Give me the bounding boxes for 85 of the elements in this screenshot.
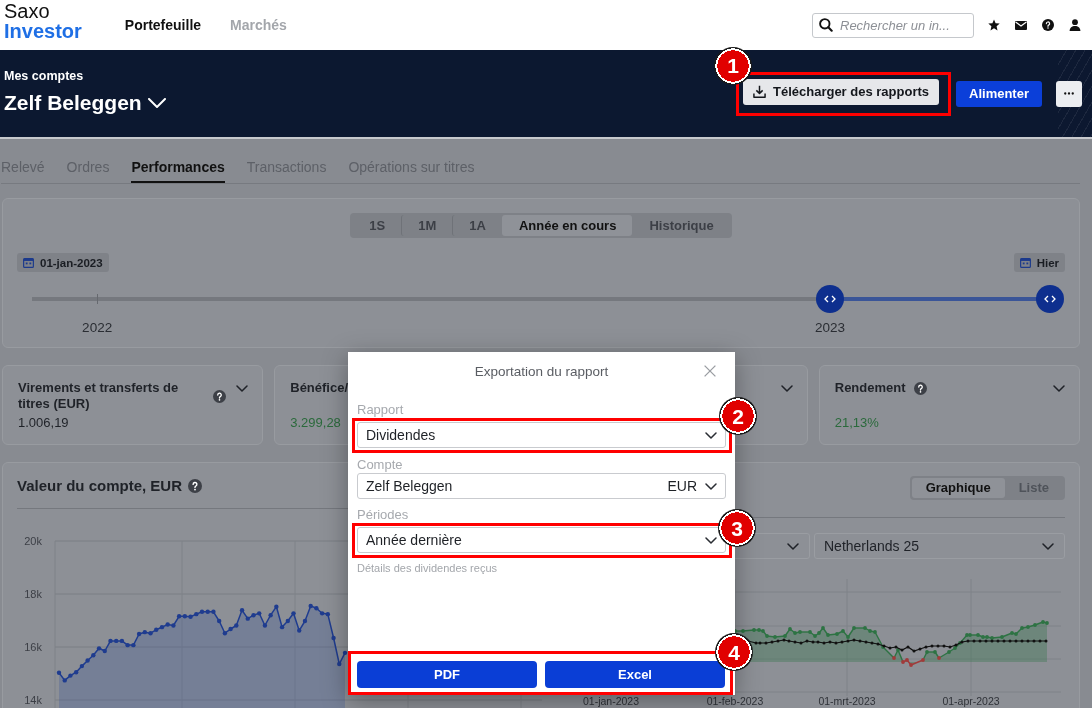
period-option[interactable]: 1S — [352, 215, 402, 236]
dropdown[interactable]: Année dernière — [357, 527, 726, 553]
search-icon — [819, 18, 833, 32]
period-option[interactable]: Année en cours — [501, 215, 633, 236]
data-point — [56, 670, 62, 675]
chevron-down-icon[interactable] — [1053, 385, 1065, 392]
close-icon — [704, 365, 716, 377]
download-icon — [752, 85, 766, 98]
data-point — [302, 618, 308, 624]
data-point — [342, 650, 348, 656]
date-picker-button[interactable]: Hier — [1013, 253, 1065, 272]
logo-text: Saxo — [4, 1, 51, 21]
data-point — [239, 607, 245, 613]
data-point — [268, 613, 273, 618]
year-label: 2023 — [815, 320, 846, 336]
close-button[interactable] — [704, 365, 716, 377]
section-caption: Mes comptes — [4, 68, 85, 83]
help-icon[interactable] — [913, 381, 927, 395]
axis-label: 20k — [24, 535, 42, 547]
more-button[interactable] — [1056, 80, 1082, 107]
account-selector[interactable]: Zelf Beleggen — [4, 90, 166, 115]
left-right-chevrons-icon — [824, 295, 837, 303]
data-point — [274, 604, 279, 609]
range-handle[interactable] — [1036, 285, 1064, 313]
period-option[interactable]: 1A — [452, 215, 502, 236]
fund-button[interactable]: Alimenter — [956, 80, 1042, 107]
axis-label: 01-feb-2023 — [706, 694, 764, 707]
download-reports-button[interactable]: Télécharger des rapports — [742, 78, 940, 105]
period-option[interactable]: 1M — [401, 215, 453, 236]
chevron-down-icon[interactable] — [780, 385, 793, 392]
date-picker-button[interactable]: 01-jan-2023 — [17, 253, 109, 272]
card-title: Rendement — [834, 380, 906, 396]
axis-label: 16k — [24, 641, 42, 653]
chevron-down-icon — [147, 97, 166, 108]
nav-link[interactable]: Portefeuille — [124, 16, 202, 34]
chevron-down-icon[interactable] — [236, 385, 249, 392]
axis-label: 01-jan-2023 — [583, 694, 639, 707]
calendar-icon — [23, 257, 34, 268]
data-point — [331, 635, 336, 641]
period-option[interactable]: Historique — [632, 215, 730, 236]
data-point — [291, 611, 296, 616]
field-label: Rapport — [357, 402, 404, 418]
chevron-down-icon — [705, 536, 717, 544]
chevron-down-icon — [705, 431, 717, 439]
axis-label: 01-apr-2023 — [942, 694, 1000, 707]
dropdown[interactable]: Zelf Beleggen EUR — [357, 473, 726, 499]
card-value: 21,13% — [834, 415, 879, 431]
step-number-marker: 1 — [713, 46, 752, 85]
card-title: Virements et transferts de titres (EUR) — [18, 380, 180, 412]
data-point — [297, 628, 302, 633]
search-field[interactable]: Rechercher un in... — [812, 12, 974, 38]
data-point — [337, 661, 342, 667]
chart-title: Valeur du compte, EUR — [17, 476, 183, 495]
field-hint: Détails des dividendes reçus — [357, 561, 498, 575]
view-option[interactable]: Graphique — [911, 478, 1005, 498]
axis-label: 01-mrt-2023 — [818, 694, 876, 707]
dialog-title: Exportation du rapport — [474, 363, 609, 379]
help-icon[interactable] — [1042, 19, 1054, 31]
export-button[interactable]: Excel — [545, 661, 725, 688]
logo-text: Investor — [4, 21, 82, 42]
export-button[interactable]: PDF — [357, 661, 537, 688]
dropdown[interactable]: Dividendes — [357, 422, 726, 448]
user-icon[interactable] — [1069, 19, 1081, 31]
field-label: Compte — [357, 457, 403, 473]
range-handle[interactable] — [816, 285, 845, 313]
left-right-chevrons-icon — [1044, 295, 1056, 303]
data-point — [216, 618, 222, 624]
axis-label: 18k — [24, 588, 42, 600]
help-icon[interactable] — [213, 389, 227, 403]
card-title: Bénéfice/ — [290, 380, 349, 396]
data-point — [262, 623, 268, 628]
help-icon[interactable] — [188, 478, 203, 493]
card-value: 1.006,19 — [18, 415, 69, 431]
card-value: 3.299,28 — [290, 415, 341, 431]
calendar-icon — [1019, 257, 1031, 268]
field-label: Périodes — [357, 507, 409, 523]
tab[interactable]: Performances — [131, 159, 225, 183]
dropdown[interactable]: Netherlands 25 — [814, 533, 1065, 559]
more-icon — [1064, 92, 1074, 95]
year-label: 2022 — [82, 320, 113, 336]
envelope-icon[interactable] — [1015, 20, 1027, 30]
currency-label: EUR — [667, 478, 697, 494]
axis-label: 14k — [24, 694, 42, 706]
chevron-down-icon — [705, 482, 717, 490]
star-icon[interactable] — [988, 19, 1000, 31]
